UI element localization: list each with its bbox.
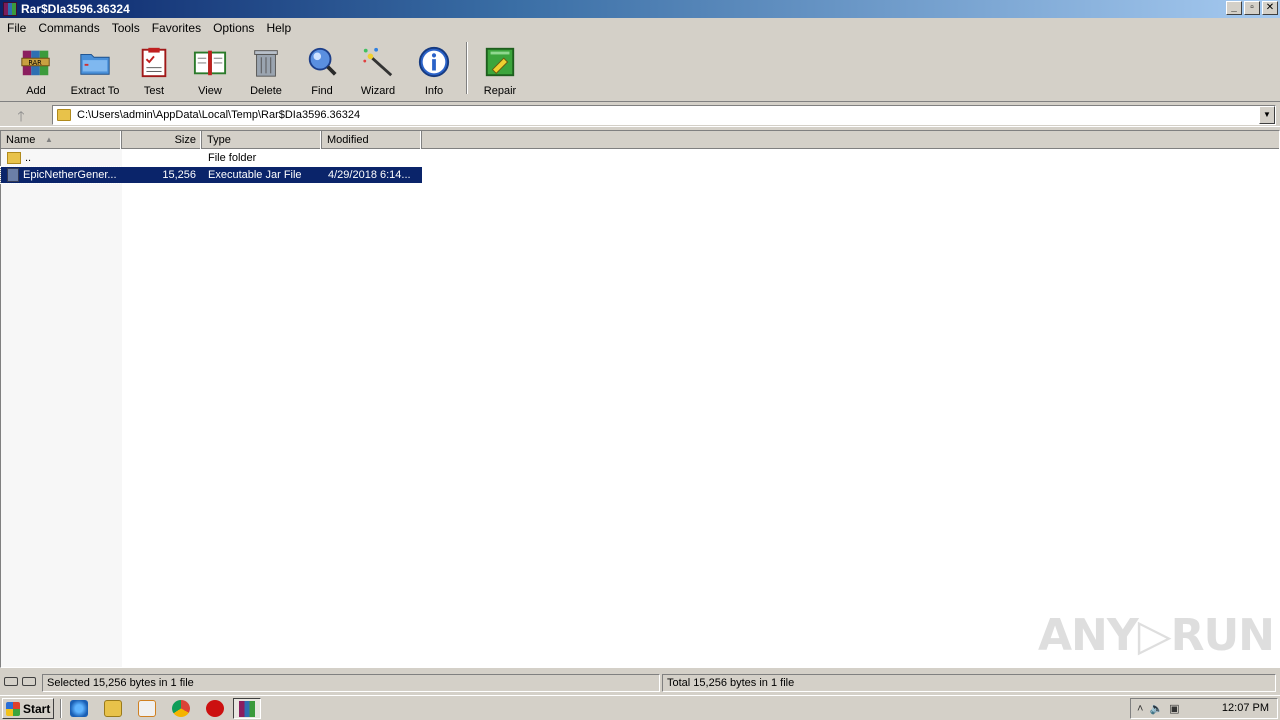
test-button[interactable]: Test: [126, 39, 182, 97]
add-archive-icon: RAR: [21, 50, 50, 76]
column-header-name[interactable]: Name ▲: [1, 131, 122, 149]
status-bar: Selected 15,256 bytes in 1 file Total 15…: [0, 672, 1280, 694]
menu-tools[interactable]: Tools: [106, 18, 146, 38]
menu-options[interactable]: Options: [207, 18, 260, 38]
cell-size: 15,256: [162, 169, 196, 181]
column-name-label: Name: [6, 134, 36, 146]
menu-commands[interactable]: Commands: [32, 18, 105, 38]
minimize-button[interactable]: _: [1226, 1, 1242, 15]
test-label: Test: [143, 85, 165, 97]
status-icons: [4, 677, 36, 686]
key-icon[interactable]: [22, 677, 36, 686]
add-label: Add: [26, 85, 46, 97]
up-arrow-icon[interactable]: 🡑: [10, 106, 32, 124]
parent-folder-icon: [7, 152, 21, 164]
cell-type: File folder: [208, 152, 257, 164]
status-selected: Selected 15,256 bytes in 1 file: [42, 674, 660, 692]
menu-file[interactable]: File: [1, 18, 32, 38]
info-icon: [418, 46, 450, 78]
row-name-text: ..: [25, 152, 32, 164]
winrar-app-icon[interactable]: [3, 2, 17, 16]
windows-logo-icon: [6, 701, 20, 716]
magic-wand-icon: [363, 47, 393, 77]
column-header-modified[interactable]: Modified: [322, 131, 422, 149]
sort-ascending-icon: ▲: [45, 135, 53, 144]
taskbar: Start ˄ 🔈 ▣ 12:07 PM: [0, 695, 1280, 720]
cell-name: ..: [1, 152, 122, 164]
column-header-size[interactable]: Size: [122, 131, 202, 149]
repair-label: Repair: [483, 85, 517, 97]
address-bar: 🡑 C:\Users\admin\AppData\Local\Temp\Rar$…: [0, 101, 1280, 127]
window-title: Rar$DIa3596.36324: [21, 2, 130, 16]
cell-type: Executable Jar File: [208, 169, 302, 181]
volume-icon[interactable]: 🔈: [1149, 702, 1163, 715]
repair-kit-icon: [485, 47, 515, 77]
extract-to-label: Extract To: [70, 85, 120, 97]
view-book-icon: [193, 50, 227, 76]
test-clipboard-icon: [141, 47, 167, 78]
status-total: Total 15,256 bytes in 1 file: [662, 674, 1276, 692]
repair-button[interactable]: Repair: [472, 39, 528, 97]
winrar-taskbar-icon: [239, 700, 255, 717]
toolbar-separator: [466, 42, 468, 94]
info-label: Info: [424, 85, 444, 97]
info-button[interactable]: Info: [406, 39, 462, 97]
column-type-label: Type: [207, 134, 231, 146]
wizard-button[interactable]: Wizard: [350, 39, 406, 97]
folder-icon: [57, 109, 71, 121]
file-list[interactable]: Name ▲ Size Type Modified .. File folder…: [0, 130, 1280, 668]
svg-text:RAR: RAR: [28, 59, 42, 67]
window-controls: _ ▫ ✕: [1226, 1, 1278, 15]
system-tray: ˄ 🔈 ▣ 12:07 PM: [1130, 698, 1278, 719]
delete-button[interactable]: Delete: [238, 39, 294, 97]
anyrun-watermark: ANY▷RUN: [1038, 610, 1275, 661]
find-button[interactable]: Find: [294, 39, 350, 97]
column-header-row: Name ▲ Size Type Modified: [1, 131, 1279, 149]
column-modified-label: Modified: [327, 134, 369, 146]
menu-help[interactable]: Help: [260, 18, 297, 38]
chrome-icon[interactable]: [172, 700, 190, 717]
column-header-type[interactable]: Type: [202, 131, 322, 149]
name-column-shade: [1, 149, 122, 667]
opera-icon[interactable]: [206, 700, 224, 717]
restore-button[interactable]: ▫: [1244, 1, 1260, 15]
table-row[interactable]: .. File folder: [1, 150, 422, 166]
jar-file-icon: [7, 168, 19, 182]
table-row[interactable]: EpicNetherGener... 15,256 Executable Jar…: [0, 166, 423, 184]
drive-icon[interactable]: [4, 677, 18, 686]
clock[interactable]: 12:07 PM: [1222, 702, 1269, 714]
address-field[interactable]: C:\Users\admin\AppData\Local\Temp\Rar$DI…: [52, 105, 1276, 125]
cell-modified: 4/29/2018 6:14...: [328, 169, 411, 181]
magnifier-icon: [308, 47, 337, 76]
taskbar-separator: [60, 699, 62, 718]
address-dropdown-button[interactable]: ▼: [1259, 106, 1275, 124]
file-explorer-icon[interactable]: [104, 700, 122, 717]
menu-bar: File Commands Tools Favorites Options He…: [0, 18, 1280, 38]
media-player-icon[interactable]: [138, 700, 156, 717]
find-label: Find: [311, 85, 333, 97]
extract-folder-icon: [80, 53, 110, 75]
wizard-label: Wizard: [360, 85, 396, 97]
view-label: View: [198, 85, 222, 97]
add-button[interactable]: RAR Add: [8, 39, 64, 97]
menu-favorites[interactable]: Favorites: [146, 18, 207, 38]
toolbar: RAR Add Extract To Test View Delete Find…: [0, 39, 1280, 99]
view-button[interactable]: View: [182, 39, 238, 97]
column-size-label: Size: [174, 134, 196, 146]
show-hidden-icons-icon[interactable]: ˄: [1137, 703, 1143, 715]
internet-explorer-icon[interactable]: [70, 700, 88, 717]
title-bar[interactable]: Rar$DIa3596.36324 _ ▫ ✕: [0, 0, 1280, 18]
address-path: C:\Users\admin\AppData\Local\Temp\Rar$DI…: [77, 109, 361, 121]
network-icon[interactable]: ▣: [1169, 702, 1179, 715]
close-button[interactable]: ✕: [1262, 1, 1278, 15]
delete-label: Delete: [250, 85, 282, 97]
cell-name: EpicNetherGener...: [1, 168, 122, 182]
trash-icon: [254, 50, 278, 77]
start-label: Start: [23, 701, 51, 716]
extract-to-button[interactable]: Extract To: [64, 39, 126, 97]
row-name-text: EpicNetherGener...: [23, 169, 117, 181]
taskbar-winrar-button[interactable]: [233, 698, 261, 719]
start-button[interactable]: Start: [2, 698, 54, 719]
